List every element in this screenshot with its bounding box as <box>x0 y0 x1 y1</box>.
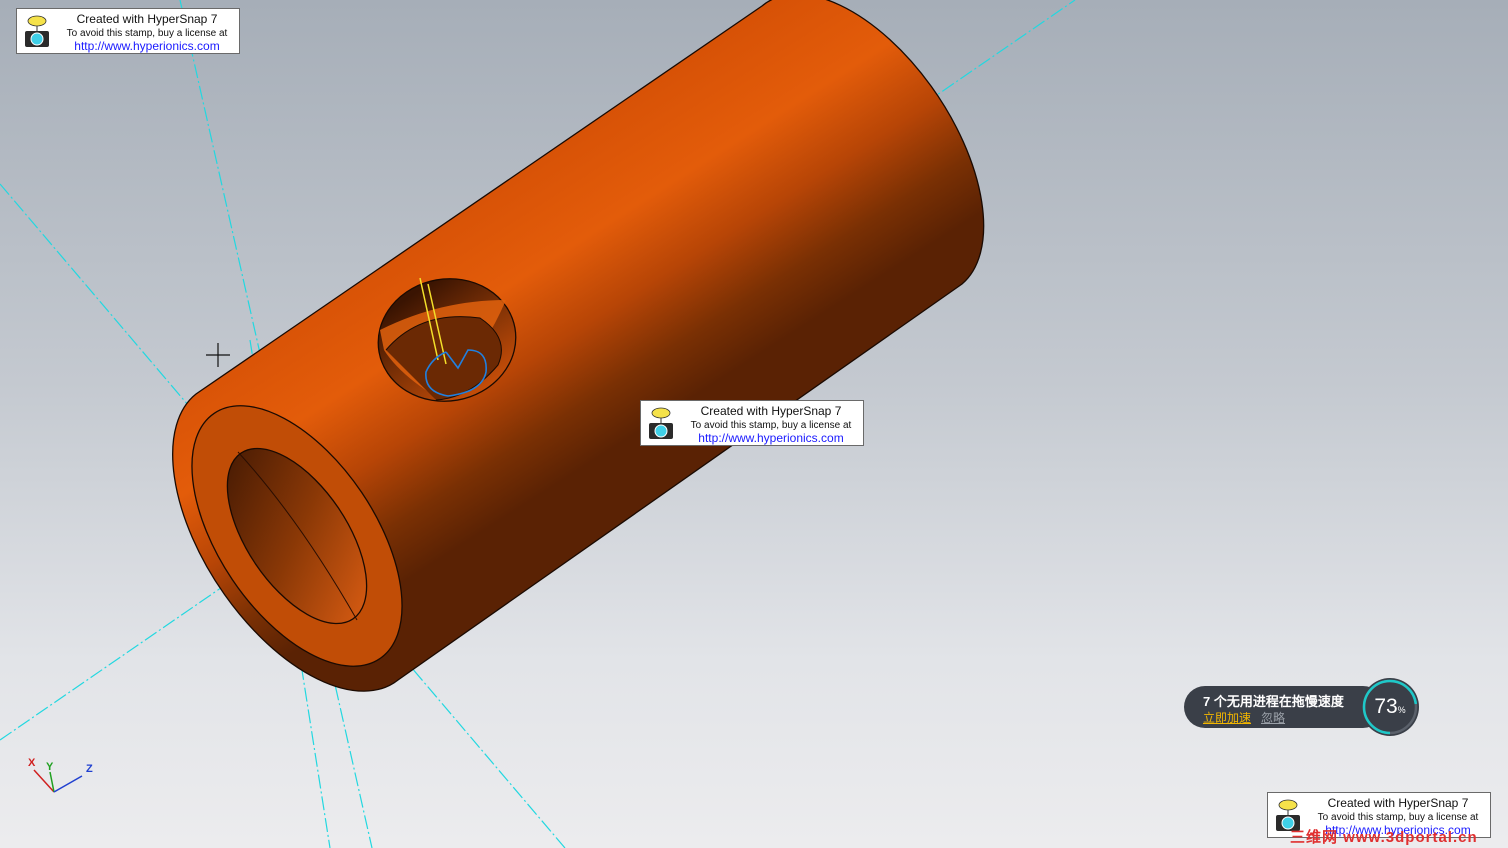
triad-x-label: X <box>28 757 36 769</box>
stamp-link[interactable]: http://www.hyperionics.com <box>681 432 861 445</box>
stamp-title: Created with HyperSnap 7 <box>700 404 842 418</box>
axis-triad: X Y Z <box>28 757 93 793</box>
hypersnap-stamp: Created with HyperSnap 7 To avoid this s… <box>16 8 240 54</box>
notification-message: 7 个无用进程在拖慢速度 <box>1203 694 1344 709</box>
gauge-percent: 73% <box>1374 695 1406 718</box>
stamp-title: Created with HyperSnap 7 <box>76 12 218 26</box>
ignore-link[interactable]: 忽略 <box>1261 709 1285 726</box>
watermark: 三维网 www.3dportal.cn <box>1290 829 1478 846</box>
cylinder-part[interactable] <box>150 0 985 702</box>
camera-icon <box>25 15 49 47</box>
speedup-now-link[interactable]: 立即加速 <box>1203 709 1251 726</box>
triad-y-label: Y <box>46 761 54 773</box>
stamp-link[interactable]: http://www.hyperionics.com <box>57 40 237 53</box>
memory-gauge[interactable]: 73% <box>1360 677 1420 737</box>
speedup-notification: 7 个无用进程在拖慢速度 立即加速 忽略 <box>1184 686 1384 728</box>
crosshair-cursor-icon <box>206 343 230 367</box>
stamp-title: Created with HyperSnap 7 <box>1327 796 1469 810</box>
triad-z-label: Z <box>86 763 93 775</box>
camera-icon <box>649 407 673 439</box>
hypersnap-stamp: Created with HyperSnap 7 To avoid this s… <box>640 400 864 446</box>
